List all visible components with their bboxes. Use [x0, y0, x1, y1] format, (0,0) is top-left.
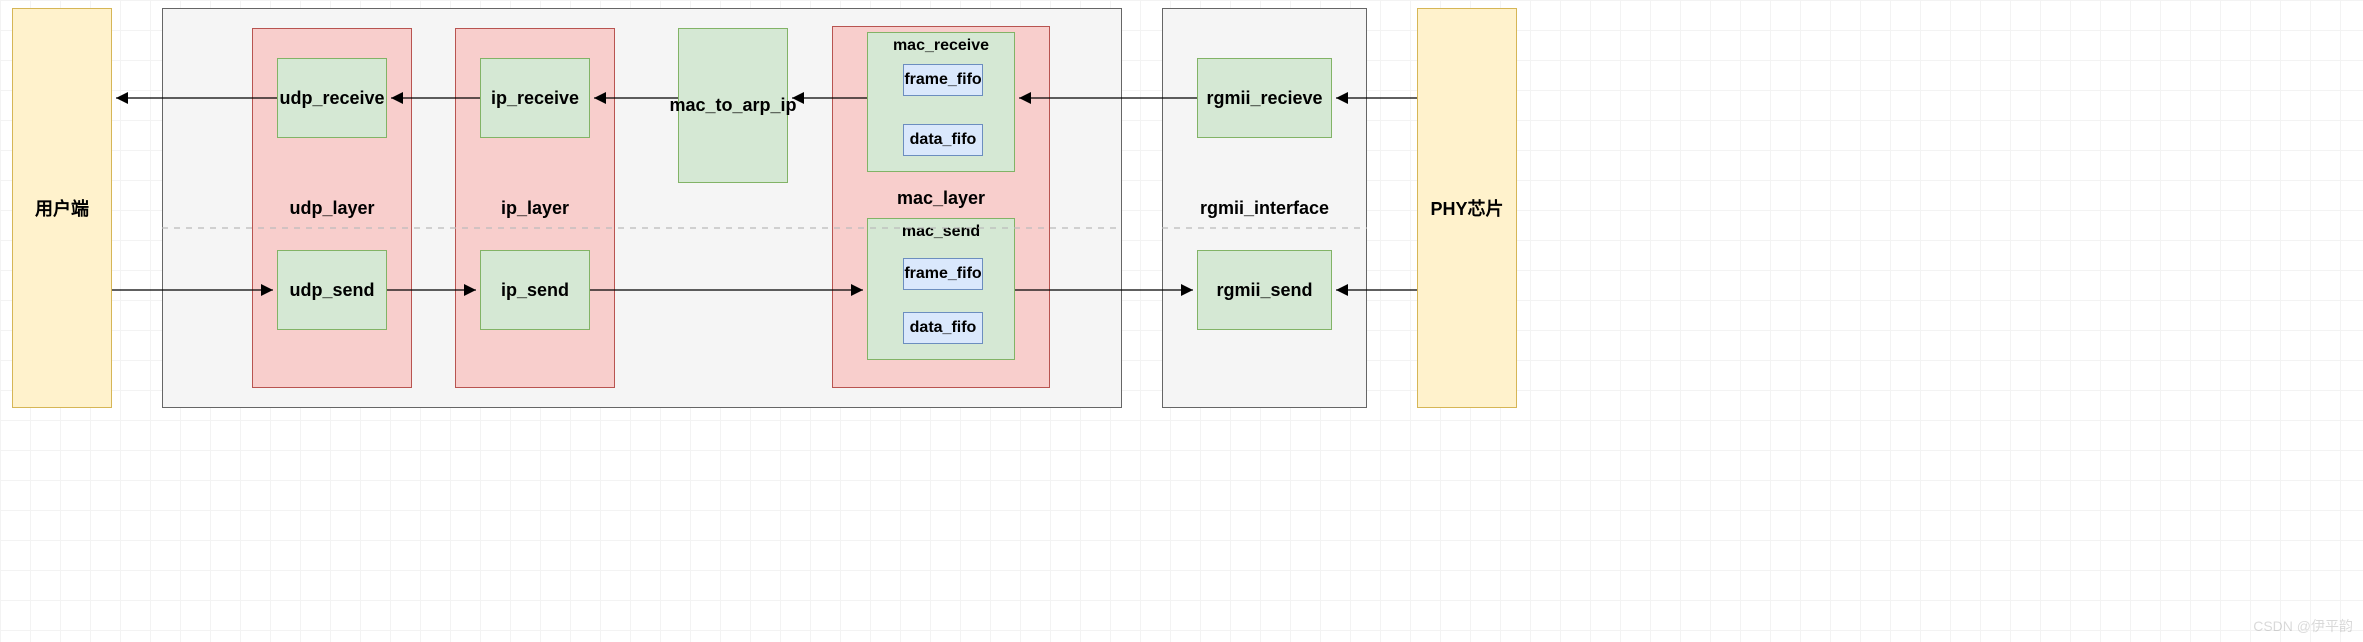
mac-receive-data-fifo-label: data_fifo — [910, 131, 977, 149]
rgmii-send-label: rgmii_send — [1216, 280, 1312, 301]
mac-receive-frame-fifo: frame_fifo — [903, 64, 983, 96]
ip-send-box: ip_send — [480, 250, 590, 330]
mac-send-data-fifo: data_fifo — [903, 312, 983, 344]
user-endpoint-label: 用户端 — [35, 195, 89, 221]
ip-receive-box: ip_receive — [480, 58, 590, 138]
phy-endpoint-label: PHY芯片 — [1430, 195, 1503, 221]
rgmii-interface-label: rgmii_interface — [1162, 198, 1367, 219]
ip-receive-label: ip_receive — [491, 88, 579, 109]
mac-to-arp-ip-label: mac_to_arp_ip — [669, 95, 796, 116]
udp-receive-box: udp_receive — [277, 58, 387, 138]
udp-layer-label: udp_layer — [252, 198, 412, 219]
mac-send-data-fifo-label: data_fifo — [910, 319, 977, 337]
mac-send-label: mac_send — [902, 223, 980, 241]
mac-receive-data-fifo: data_fifo — [903, 124, 983, 156]
user-endpoint-box: 用户端 — [12, 8, 112, 408]
ip-send-label: ip_send — [501, 280, 569, 301]
watermark: CSDN @伊平韵 — [2253, 616, 2353, 636]
udp-send-box: udp_send — [277, 250, 387, 330]
mac-send-frame-fifo: frame_fifo — [903, 258, 983, 290]
mac-receive-label: mac_receive — [893, 37, 989, 55]
mac-send-frame-fifo-label: frame_fifo — [904, 265, 981, 283]
rgmii-receive-box: rgmii_recieve — [1197, 58, 1332, 138]
mac-layer-label: mac_layer — [832, 188, 1050, 209]
rgmii-receive-label: rgmii_recieve — [1206, 88, 1322, 109]
udp-send-label: udp_send — [289, 280, 374, 301]
mac-to-arp-ip-box: mac_to_arp_ip — [678, 28, 788, 183]
udp-receive-label: udp_receive — [279, 88, 384, 109]
mac-receive-frame-fifo-label: frame_fifo — [904, 71, 981, 89]
diagram-canvas: 用户端 udp_layer udp_receive udp_send ip_la… — [0, 0, 2363, 642]
ip-layer-label: ip_layer — [455, 198, 615, 219]
phy-endpoint-box: PHY芯片 — [1417, 8, 1517, 408]
rgmii-send-box: rgmii_send — [1197, 250, 1332, 330]
